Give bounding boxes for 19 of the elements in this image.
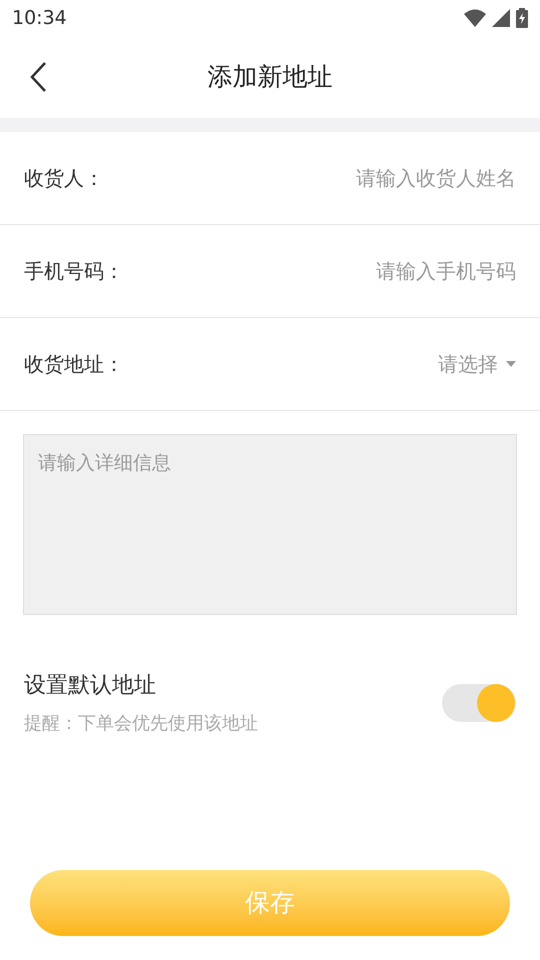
input-field[interactable]: 请输入收货人姓名	[216, 163, 516, 193]
toggle-knob	[477, 684, 515, 722]
wifi-icon	[464, 9, 486, 27]
save-button[interactable]: 保存	[30, 870, 510, 936]
field-label: 收货人：	[24, 165, 104, 192]
address-select[interactable]: 请选择	[438, 349, 516, 379]
battery-icon	[516, 8, 528, 28]
back-icon	[29, 61, 47, 93]
default-address-title: 设置默认地址	[24, 672, 157, 700]
input-field[interactable]: 请输入手机号码	[216, 256, 516, 286]
field-label: 手机号码：	[24, 258, 124, 285]
field-label: 收货地址：	[24, 351, 124, 378]
default-address-hint: 提醒：下单会优先使用该地址	[24, 712, 258, 736]
page-title: 添加新地址	[208, 61, 332, 94]
signal-icon	[492, 9, 510, 27]
detail-field[interactable]: 请输入详细信息	[23, 434, 517, 615]
status-time: 10:34	[12, 6, 67, 31]
caret-icon	[506, 361, 516, 367]
default-toggle[interactable]	[442, 684, 516, 722]
